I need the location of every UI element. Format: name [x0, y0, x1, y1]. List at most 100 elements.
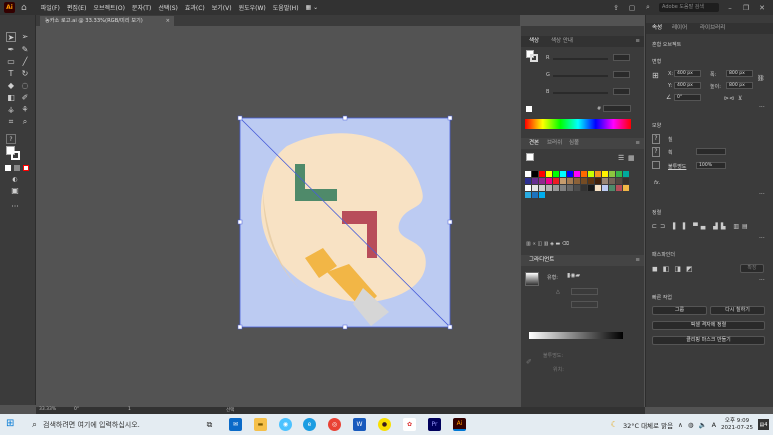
color-swatch[interactable]: [567, 178, 573, 184]
selection-tool-icon[interactable]: ➤: [6, 32, 16, 42]
volume-icon[interactable]: 🔈: [698, 421, 706, 429]
recolor-button[interactable]: 다시 칠하기: [710, 306, 765, 315]
pixel-align-button[interactable]: 픽셀 격자에 정렬: [652, 321, 765, 330]
color-swatch[interactable]: [595, 185, 601, 191]
color-swatch[interactable]: [602, 185, 608, 191]
tab-color-guide[interactable]: 색상 안내: [551, 36, 573, 47]
color-swatch[interactable]: [623, 178, 629, 184]
menu-select[interactable]: 선택(S): [158, 3, 178, 12]
close-icon[interactable]: ✕: [757, 4, 767, 12]
color-swatch[interactable]: [574, 178, 580, 184]
document-tab[interactable]: 농카소 로고.ai @ 33.33%(RGB/미리 보기) ×: [40, 16, 174, 26]
constrain-proportions-icon[interactable]: ⛓: [757, 75, 765, 83]
color-swatch[interactable]: [546, 178, 552, 184]
color-swatch[interactable]: [581, 178, 587, 184]
draw-mode-icon[interactable]: ◐: [10, 175, 20, 185]
color-swatch[interactable]: [553, 185, 559, 191]
edge-browser-icon[interactable]: e: [303, 418, 316, 431]
color-swatch[interactable]: [553, 171, 559, 177]
maximize-icon[interactable]: ❐: [741, 4, 751, 12]
warp-tool-icon[interactable]: ⚶: [6, 105, 16, 115]
color-swatch[interactable]: [581, 185, 587, 191]
color-swatch[interactable]: [609, 171, 615, 177]
color-swatch[interactable]: [588, 178, 594, 184]
menu-window[interactable]: 윈도우(W): [239, 3, 266, 12]
menu-view[interactable]: 보기(V): [212, 3, 232, 12]
color-swatch[interactable]: [581, 171, 587, 177]
pathfinder-more-icon[interactable]: ···: [759, 277, 765, 285]
gradient-preview[interactable]: [525, 272, 539, 286]
color-swatch[interactable]: [539, 185, 545, 191]
color-stroke-swatch[interactable]: [530, 54, 538, 62]
color-swatch[interactable]: [595, 171, 601, 177]
channel-g-slider[interactable]: [553, 75, 608, 77]
channel-b-slider[interactable]: [553, 92, 608, 94]
menu-type[interactable]: 문자(T): [132, 3, 151, 12]
notification-icon[interactable]: ▤ 4: [758, 419, 769, 430]
color-swatch[interactable]: [602, 178, 608, 184]
pathfinder-icons[interactable]: ◼◧◨◩: [652, 265, 698, 273]
mail-icon[interactable]: ✉: [229, 418, 242, 431]
brush-tool-icon[interactable]: ╱: [20, 57, 30, 67]
menu-file[interactable]: 파일(F): [41, 3, 60, 12]
flip-horizontal-icon[interactable]: ⊳⊲: [724, 95, 734, 103]
tab-color[interactable]: 색상: [529, 36, 539, 47]
color-swatch[interactable]: [525, 185, 531, 191]
color-swatch[interactable]: [595, 178, 601, 184]
grid-view-icon[interactable]: ▦: [628, 154, 635, 162]
help-search-input[interactable]: Adobe 도움말 검색: [659, 3, 719, 12]
color-swatch[interactable]: [567, 185, 573, 191]
paint-icon[interactable]: ✿: [403, 418, 416, 431]
menu-help[interactable]: 도움말(H): [273, 3, 299, 12]
workspace-switcher-icon[interactable]: ▦ ⌄: [306, 4, 319, 11]
stroke-unknown-icon[interactable]: ?: [652, 147, 660, 157]
type-tool-icon[interactable]: T: [6, 69, 16, 79]
height-input[interactable]: 800 px: [726, 82, 753, 89]
close-tab-icon[interactable]: ×: [166, 16, 170, 26]
gradient-slider[interactable]: [529, 332, 623, 339]
color-mode-icon[interactable]: [5, 165, 11, 171]
tab-properties[interactable]: 속성: [652, 23, 662, 34]
flip-vertical-icon[interactable]: ⊻: [738, 95, 742, 103]
color-swatch[interactable]: [602, 171, 608, 177]
tab-symbols[interactable]: 심볼: [569, 138, 579, 149]
network-icon[interactable]: ◍: [688, 421, 694, 429]
color-swatch[interactable]: [609, 185, 615, 191]
artboard-tool-icon[interactable]: ⌗: [6, 117, 16, 127]
screen-mode-icon[interactable]: ▣: [10, 186, 20, 196]
opacity-input[interactable]: 100%: [696, 162, 726, 169]
curvature-tool-icon[interactable]: ✎: [20, 45, 30, 55]
minimize-icon[interactable]: –: [725, 4, 735, 12]
clock[interactable]: 오후 9:09 2021-07-25: [721, 418, 753, 432]
color-swatch[interactable]: [560, 171, 566, 177]
linear-gradient-icon[interactable]: ▮◉▰: [567, 272, 580, 280]
color-swatch[interactable]: [539, 171, 545, 177]
weather-text[interactable]: 32°C 대체로 맑음: [623, 420, 673, 430]
color-swatch[interactable]: [525, 192, 531, 198]
handle-middle-right[interactable]: [447, 219, 453, 225]
zoom-level[interactable]: 33.33%: [39, 407, 56, 412]
arrange-icon[interactable]: ▢: [627, 4, 637, 12]
channel-g-input[interactable]: [613, 71, 630, 78]
gradient-eyedropper-icon[interactable]: ✐: [526, 358, 532, 366]
swatch-menu-icon[interactable]: ≡: [635, 138, 640, 149]
color-swatch[interactable]: [588, 185, 594, 191]
gradient-angle-input[interactable]: [571, 288, 598, 295]
transform-more-icon[interactable]: ···: [759, 104, 765, 112]
tab-brushes[interactable]: 브러쉬: [547, 138, 562, 149]
y-input[interactable]: 400 px: [674, 82, 701, 89]
clipping-mask-button[interactable]: 클리핑 마스크 만들기: [652, 336, 765, 345]
color-swatch[interactable]: [539, 192, 545, 198]
color-swatch[interactable]: [623, 185, 629, 191]
handle-middle-left[interactable]: [237, 219, 243, 225]
color-swatch[interactable]: [560, 178, 566, 184]
help-icon[interactable]: ?: [6, 134, 16, 144]
color-swatch[interactable]: [532, 171, 538, 177]
tray-overflow-icon[interactable]: ∧: [678, 421, 683, 429]
ime-indicator[interactable]: A: [712, 421, 716, 429]
color-swatch[interactable]: [546, 185, 552, 191]
color-swatch[interactable]: [560, 185, 566, 191]
menu-object[interactable]: 오브젝트(O): [93, 3, 125, 12]
home-icon[interactable]: ⌂: [21, 3, 27, 13]
shape-builder-tool-icon[interactable]: ◧: [6, 93, 16, 103]
